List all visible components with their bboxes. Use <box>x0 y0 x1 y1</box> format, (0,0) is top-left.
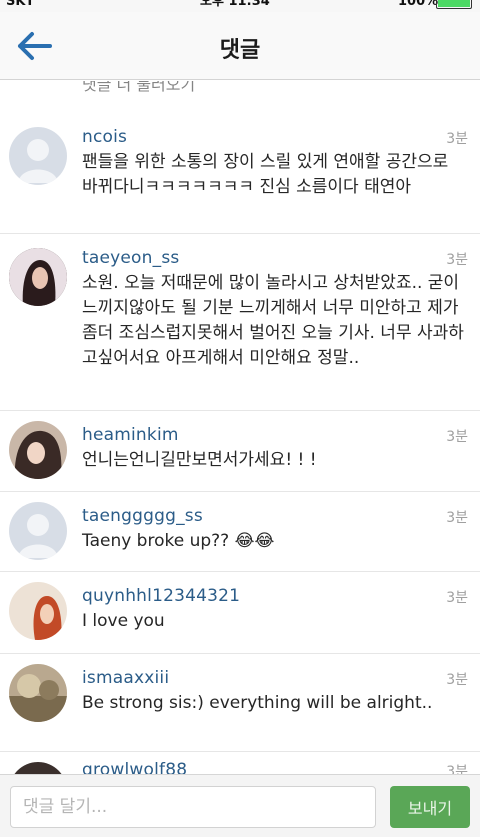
comment-item: taeyeon_ss 3분 소원. 오늘 저때문에 많이 놀라시고 상처받았죠.… <box>0 234 480 411</box>
comment-item: quynhhl12344321 3분 I love you <box>0 572 480 654</box>
comment-text: 팬들을 위한 소통의 장이 스릴 있게 연애할 공간으로 바뀌다니ㅋㅋㅋㅋㅋㅋㅋ… <box>82 152 449 197</box>
page-title: 댓글 <box>219 38 261 63</box>
comment-text: I love you <box>82 611 165 631</box>
comment-username[interactable]: taenggggg_ss <box>82 506 203 526</box>
comment-username[interactable]: taeyeon_ss <box>82 248 179 268</box>
comment-time: 3분 <box>446 252 468 268</box>
comment-item: heaminkim 3분 언니는언니길만보면서가세요! ! ! <box>0 411 480 492</box>
laughing-emoji-icon: 😂😂 <box>234 531 275 551</box>
user-photo-avatar[interactable] <box>9 762 67 774</box>
comment-time: 3분 <box>446 510 468 526</box>
load-more-comments[interactable]: 댓글 더 불러오기 <box>82 81 195 95</box>
status-bar: SKT 오후 11:34 100% <box>0 0 480 12</box>
comment-time: 3분 <box>446 429 468 445</box>
comment-text-row: Taeny broke up?? 😂😂 <box>82 529 466 554</box>
comment-text: 소원. 오늘 저때문에 많이 놀라시고 상처받았죠.. 굳이 느끼지않아도 될 … <box>82 273 464 368</box>
user-photo-avatar[interactable] <box>9 248 67 306</box>
carrier-label: SKT <box>6 0 35 9</box>
comment-text: 언니는언니길만보면서가세요! ! ! <box>82 450 317 470</box>
battery-icon <box>436 0 472 9</box>
nav-bar: 댓글 <box>0 12 480 80</box>
comment-item: ncois 3분 팬들을 위한 소통의 장이 스릴 있게 연애할 공간으로 바뀌… <box>0 113 480 234</box>
comment-username[interactable]: quynhhl12344321 <box>82 586 240 606</box>
user-photo-avatar[interactable] <box>9 664 67 722</box>
comment-input[interactable] <box>10 786 376 828</box>
comment-list[interactable]: 댓글 더 불러오기 ncois 3분 팬들을 위한 소통의 장이 스릴 있게 연… <box>0 81 480 774</box>
battery-percent: 100% <box>398 0 439 9</box>
comment-username[interactable]: ncois <box>82 127 127 147</box>
comment-time: 3분 <box>446 590 468 606</box>
user-photo-avatar[interactable] <box>9 582 67 640</box>
comment-time: 3분 <box>446 764 468 774</box>
comment-text: Be strong sis:) everything will be alrig… <box>82 693 433 713</box>
comment-username[interactable]: ismaaxxiii <box>82 668 169 688</box>
default-avatar-icon[interactable] <box>9 127 67 185</box>
comment-item: growlwolf88 3분 <box>0 752 480 774</box>
default-avatar-icon[interactable] <box>9 502 67 560</box>
comment-time: 3분 <box>446 672 468 688</box>
comment-text: Taeny broke up?? <box>82 531 230 551</box>
comment-input-bar: 보내기 <box>0 774 480 837</box>
comment-item: taenggggg_ss 3분 Taeny broke up?? 😂😂 <box>0 492 480 572</box>
user-photo-avatar[interactable] <box>9 421 67 479</box>
comment-username[interactable]: growlwolf88 <box>82 760 187 774</box>
comment-item: ismaaxxiii 3분 Be strong sis:) everything… <box>0 654 480 752</box>
send-button[interactable]: 보내기 <box>390 786 470 828</box>
clock-label: 오후 11:34 <box>200 0 270 9</box>
comment-time: 3분 <box>446 131 468 147</box>
comment-username[interactable]: heaminkim <box>82 425 179 445</box>
